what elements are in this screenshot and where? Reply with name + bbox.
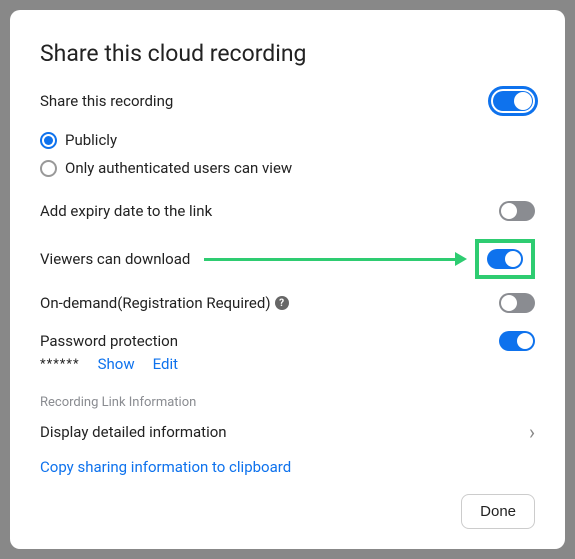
radio-authenticated-label: Only authenticated users can view [65,159,292,177]
modal-title: Share this cloud recording [40,40,535,67]
share-recording-modal: Share this cloud recording Share this re… [10,10,565,549]
password-masked: ****** [40,357,80,372]
radio-icon [40,160,57,177]
password-toggle[interactable] [499,331,535,351]
share-recording-row: Share this recording [40,89,535,113]
password-edit-link[interactable]: Edit [153,355,178,373]
on-demand-label: On-demand(Registration Required) [40,294,271,312]
link-info-heading: Recording Link Information [40,395,535,410]
display-detailed-label: Display detailed information [40,423,227,441]
download-row: Viewers can download [40,239,535,279]
radio-authenticated[interactable]: Only authenticated users can view [40,159,535,177]
expiry-row: Add expiry date to the link [40,201,535,221]
password-actions: ****** Show Edit [40,355,535,373]
on-demand-toggle[interactable] [499,293,535,313]
password-label: Password protection [40,332,178,350]
download-label: Viewers can download [40,250,190,268]
annotation-arrow [204,252,467,266]
display-detailed-info[interactable]: Display detailed information › [40,420,535,444]
chevron-right-icon: › [529,420,535,444]
copy-sharing-info-link[interactable]: Copy sharing information to clipboard [40,458,535,476]
done-button[interactable]: Done [461,494,535,529]
expiry-toggle[interactable] [499,201,535,221]
download-toggle[interactable] [487,249,523,269]
annotation-highlight [475,239,535,279]
password-show-link[interactable]: Show [98,355,135,373]
on-demand-row: On-demand(Registration Required) ? [40,293,535,313]
help-icon[interactable]: ? [275,296,289,310]
share-recording-toggle[interactable] [491,89,535,113]
radio-publicly[interactable]: Publicly [40,131,535,149]
modal-footer: Done [40,494,535,529]
expiry-label: Add expiry date to the link [40,202,212,220]
radio-icon [40,132,57,149]
password-row: Password protection [40,331,535,351]
share-scope-radios: Publicly Only authenticated users can vi… [40,131,535,187]
share-recording-label: Share this recording [40,92,173,110]
radio-publicly-label: Publicly [65,131,117,149]
